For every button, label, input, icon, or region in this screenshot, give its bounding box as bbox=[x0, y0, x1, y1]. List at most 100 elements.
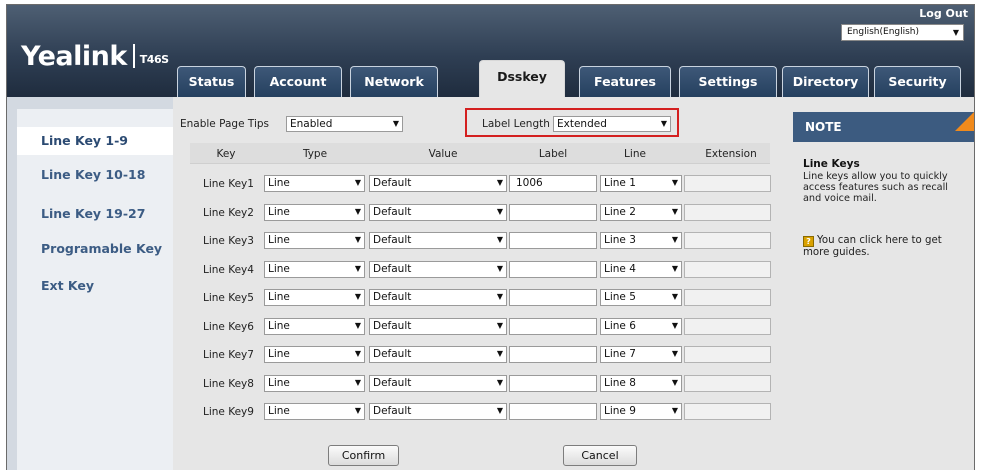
value-select[interactable]: Default ▼ bbox=[369, 232, 507, 249]
value-select[interactable]: Default ▼ bbox=[369, 375, 507, 392]
sidebar-item-line-key-19-27[interactable]: Line Key 19-27 bbox=[17, 200, 173, 228]
type-select[interactable]: Line ▼ bbox=[264, 403, 365, 420]
sidebar-item-line-key-1-9[interactable]: Line Key 1-9 bbox=[17, 127, 173, 155]
extension-input[interactable] bbox=[684, 261, 771, 278]
tab-label: Dsskey bbox=[497, 69, 547, 84]
sidebar-item-label: Line Key 10-18 bbox=[41, 167, 146, 182]
table-header bbox=[190, 143, 770, 164]
tab-dsskey[interactable]: Dsskey bbox=[479, 60, 565, 97]
enable-page-tips-label: Enable Page Tips bbox=[180, 118, 270, 130]
tab-label: Account bbox=[269, 74, 327, 89]
label-input[interactable] bbox=[509, 289, 597, 306]
row-key-label: Line Key6 bbox=[203, 321, 254, 333]
select-value: Line bbox=[268, 377, 290, 389]
column-header-type: Type bbox=[302, 148, 328, 160]
sidebar-item-line-key-10-18[interactable]: Line Key 10-18 bbox=[17, 161, 173, 189]
select-value: Default bbox=[373, 206, 412, 218]
type-select[interactable]: Line ▼ bbox=[264, 346, 365, 363]
extension-input[interactable] bbox=[684, 318, 771, 335]
value-select[interactable]: Default ▼ bbox=[369, 204, 507, 221]
sidebar-item-ext-key[interactable]: Ext Key bbox=[17, 272, 173, 300]
logout-link[interactable]: Log Out bbox=[919, 7, 968, 20]
type-select[interactable]: Line ▼ bbox=[264, 204, 365, 221]
select-value: Default bbox=[373, 348, 412, 360]
tab-label: Network bbox=[364, 74, 424, 89]
enable-page-tips-select[interactable]: Enabled ▼ bbox=[286, 116, 403, 132]
label-length-select[interactable]: Extended ▼ bbox=[553, 116, 671, 132]
label-input[interactable] bbox=[509, 403, 597, 420]
label-input[interactable] bbox=[509, 375, 597, 392]
line-select[interactable]: Line 1 ▼ bbox=[600, 175, 682, 192]
label-input[interactable] bbox=[509, 261, 597, 278]
language-select[interactable]: English(English) ▼ bbox=[841, 24, 964, 41]
line-select[interactable]: Line 4 ▼ bbox=[600, 261, 682, 278]
chevron-down-icon: ▼ bbox=[354, 292, 361, 301]
line-select[interactable]: Line 7 ▼ bbox=[600, 346, 682, 363]
cancel-button[interactable]: Cancel bbox=[563, 445, 637, 466]
tab-account[interactable]: Account bbox=[254, 66, 342, 97]
type-select[interactable]: Line ▼ bbox=[264, 175, 365, 192]
chevron-down-icon: ▼ bbox=[354, 378, 361, 387]
type-select[interactable]: Line ▼ bbox=[264, 289, 365, 306]
line-select[interactable]: Line 8 ▼ bbox=[600, 375, 682, 392]
type-select[interactable]: Line ▼ bbox=[264, 261, 365, 278]
language-value: English(English) bbox=[847, 27, 920, 37]
tab-directory[interactable]: Directory bbox=[782, 66, 869, 97]
sidebar-menu: Line Key 1-9 Line Key 10-18 Line Key 19-… bbox=[17, 109, 173, 470]
value-select[interactable]: Default ▼ bbox=[369, 261, 507, 278]
select-value: Line bbox=[268, 234, 290, 246]
select-value: Line 6 bbox=[604, 320, 636, 332]
row-key-label: Line Key3 bbox=[203, 235, 254, 247]
type-select[interactable]: Line ▼ bbox=[264, 375, 365, 392]
extension-input[interactable] bbox=[684, 346, 771, 363]
extension-input[interactable] bbox=[684, 232, 771, 249]
select-value: Extended bbox=[557, 118, 607, 130]
value-select[interactable]: Default ▼ bbox=[369, 318, 507, 335]
line-select[interactable]: Line 3 ▼ bbox=[600, 232, 682, 249]
line-select[interactable]: Line 9 ▼ bbox=[600, 403, 682, 420]
value-select[interactable]: Default ▼ bbox=[369, 289, 507, 306]
note-guide-link[interactable]: ? You can click here to get more guides. bbox=[803, 235, 966, 259]
chevron-down-icon: ▼ bbox=[671, 321, 678, 330]
value-select[interactable]: Default ▼ bbox=[369, 346, 507, 363]
label-input[interactable] bbox=[509, 204, 597, 221]
extension-input[interactable] bbox=[684, 289, 771, 306]
chevron-down-icon: ▼ bbox=[354, 207, 361, 216]
note-title: Line Keys bbox=[803, 158, 860, 170]
label-input[interactable] bbox=[509, 346, 597, 363]
confirm-button[interactable]: Confirm bbox=[328, 445, 399, 466]
chevron-down-icon: ▼ bbox=[660, 119, 667, 128]
type-select[interactable]: Line ▼ bbox=[264, 232, 365, 249]
tab-network[interactable]: Network bbox=[350, 66, 438, 97]
chevron-down-icon: ▼ bbox=[496, 292, 503, 301]
select-value: Line 9 bbox=[604, 405, 636, 417]
chevron-down-icon: ▼ bbox=[354, 349, 361, 358]
value-select[interactable]: Default ▼ bbox=[369, 403, 507, 420]
note-header: NOTE bbox=[793, 112, 974, 142]
extension-input[interactable] bbox=[684, 175, 771, 192]
row-key-label: Line Key4 bbox=[203, 264, 254, 276]
tab-settings[interactable]: Settings bbox=[679, 66, 777, 97]
extension-input[interactable] bbox=[684, 375, 771, 392]
label-input[interactable] bbox=[509, 318, 597, 335]
sidebar-item-programable-key[interactable]: Programable Key bbox=[17, 235, 173, 263]
type-select[interactable]: Line ▼ bbox=[264, 318, 365, 335]
extension-input[interactable] bbox=[684, 403, 771, 420]
row-key-label: Line Key9 bbox=[203, 406, 254, 418]
label-input[interactable] bbox=[509, 232, 597, 249]
line-select[interactable]: Line 6 ▼ bbox=[600, 318, 682, 335]
select-value: Line 2 bbox=[604, 206, 636, 218]
value-select[interactable]: Default ▼ bbox=[369, 175, 507, 192]
sidebar-item-label: Programable Key bbox=[41, 241, 163, 256]
tab-security[interactable]: Security bbox=[874, 66, 961, 97]
row-key-label: Line Key7 bbox=[203, 349, 254, 361]
extension-input[interactable] bbox=[684, 204, 771, 221]
tab-features[interactable]: Features bbox=[579, 66, 671, 97]
label-input[interactable]: 1006 bbox=[509, 175, 597, 192]
chevron-down-icon: ▼ bbox=[496, 406, 503, 415]
line-select[interactable]: Line 2 ▼ bbox=[600, 204, 682, 221]
select-value: Line bbox=[268, 291, 290, 303]
logo-text: Yealink bbox=[21, 41, 127, 72]
tab-status[interactable]: Status bbox=[177, 66, 246, 97]
line-select[interactable]: Line 5 ▼ bbox=[600, 289, 682, 306]
